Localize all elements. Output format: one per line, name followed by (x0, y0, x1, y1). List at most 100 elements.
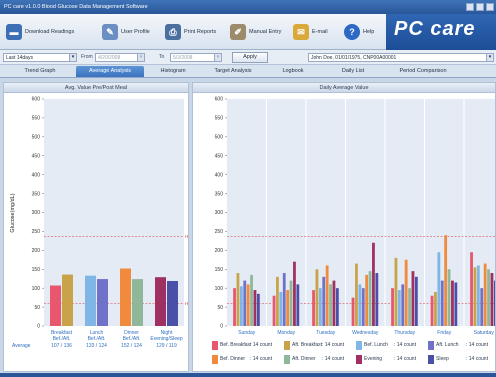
bar (368, 271, 372, 326)
bar (414, 276, 418, 326)
bar (85, 275, 96, 326)
help-icon: ? (344, 24, 360, 40)
email-label: E-mail (312, 29, 328, 35)
x-category-label: Wednesday (352, 330, 379, 336)
to-date-field[interactable]: 5/3/2008 ▾ (170, 53, 222, 62)
legend-label: Bef. Lunch (364, 342, 388, 348)
from-date-field[interactable]: 4/20/2008 ▾ (95, 53, 145, 62)
right-panel-title: Daily Average Value (193, 83, 495, 93)
email-button[interactable]: ✉ E-mail (293, 22, 328, 42)
manual-entry-button[interactable]: ✐ Manual Entry (230, 22, 281, 42)
x-category-label: Thursday (394, 330, 415, 336)
manual-entry-label: Manual Entry (249, 29, 282, 35)
daily-average-chart: 0 50 100 150 200 250 300 350 400 450 500 550 600 Sund… (215, 97, 495, 336)
tab-daily-list[interactable]: Daily List (322, 66, 384, 77)
y-tick-label: 600 (32, 97, 41, 103)
y-tick-label: 250 (215, 229, 224, 235)
legend-swatch (284, 354, 290, 364)
bar (233, 288, 236, 326)
bar (120, 268, 131, 326)
bar (351, 297, 355, 326)
bar (411, 271, 415, 326)
bar (318, 288, 322, 326)
bar (408, 288, 411, 326)
y-tick-label: 150 (32, 267, 41, 273)
average-value: 107 / 136 (51, 343, 72, 349)
tab-period-comparison[interactable]: Period Comparison (384, 66, 462, 77)
user-profile-button[interactable]: ✎ User Profile (102, 22, 150, 42)
y-tick-label: 400 (215, 172, 224, 178)
view-tabs: Trend Graph Average Analysis Histogram T… (0, 65, 496, 78)
from-label: From (81, 54, 93, 60)
bar (355, 263, 358, 326)
bar (493, 280, 495, 326)
bar (391, 288, 394, 326)
y-tick-label: 300 (215, 210, 224, 216)
print-reports-button[interactable]: ⎙ Print Reports (165, 22, 216, 42)
window-titlebar: PC care v1.0.0 Blood Glucose Data Manage… (0, 0, 496, 14)
bar (375, 273, 379, 326)
tab-trend-graph[interactable]: Trend Graph (4, 66, 76, 77)
chevron-down-icon: ▾ (69, 54, 76, 61)
user-profile-label: User Profile (121, 29, 150, 35)
bar (440, 280, 444, 326)
chart-legend: Bef. Breakfast: 14 count Aft. Breakfast: … (212, 339, 496, 373)
bar (490, 273, 494, 326)
range-select[interactable]: Last 14days ▾ (3, 53, 77, 62)
calendar-dropdown-icon: ▾ (214, 54, 221, 61)
legend-label: Bef. Dinner (220, 356, 246, 362)
bar (250, 274, 253, 326)
legend-item: Sleep (428, 353, 449, 365)
download-readings-button[interactable]: ▬ Download Readings (6, 22, 74, 42)
y-tick-label: 0 (220, 324, 223, 330)
bar (444, 235, 448, 326)
printer-icon: ⎙ (165, 24, 181, 40)
average-value: 152 / 124 (121, 343, 142, 349)
apply-label: Apply (243, 54, 257, 60)
maximize-button[interactable] (476, 3, 484, 11)
minimize-button[interactable] (466, 3, 474, 11)
avg-pre-post-meal-panel: Avg. Value Pre/Post Meal 0 50 100 150 200 250… (3, 82, 189, 372)
apply-button[interactable]: Apply (232, 52, 268, 63)
y-tick-label: 350 (32, 191, 41, 197)
bar (315, 269, 319, 326)
x-category-sublabel: Bef./Aft. (123, 336, 141, 342)
bar (50, 285, 61, 326)
bar (454, 282, 458, 326)
bar (282, 273, 286, 326)
legend-count: : 14 count (322, 342, 344, 348)
legend-count: : 14 count (466, 342, 488, 348)
bar (253, 290, 257, 326)
bar (132, 279, 143, 326)
filter-bar: Last 14days ▾ From 4/20/2008 ▾ To 5/3/20… (0, 50, 496, 65)
patient-select[interactable]: John Doe, 01/01/1975, CNP00A00001 ▾ (308, 53, 494, 62)
bar (322, 276, 326, 326)
bar (243, 280, 247, 326)
help-button[interactable]: ? Help (344, 22, 374, 42)
legend-swatch (356, 354, 362, 364)
x-category-label: Monday (277, 330, 295, 336)
tab-logbook[interactable]: Logbook (264, 66, 322, 77)
calendar-dropdown-icon: ▾ (137, 54, 144, 61)
tab-histogram[interactable]: Histogram (144, 66, 202, 77)
close-button[interactable] (486, 3, 494, 11)
legend-item: Bef. Breakfast (212, 339, 251, 351)
bar (451, 280, 454, 326)
x-category-label: Sunday (238, 330, 255, 336)
tab-target-analysis[interactable]: Target Analysis (202, 66, 264, 77)
legend-swatch (428, 354, 434, 364)
y-tick-label: 200 (32, 248, 41, 254)
envelope-icon: ✉ (293, 24, 309, 40)
y-tick-label: 50 (217, 305, 223, 311)
y-tick-label: 550 (215, 116, 224, 122)
bar (279, 291, 283, 326)
bar (437, 252, 441, 326)
bar (480, 288, 484, 326)
daily-average-panel: Daily Average Value 0 50 100 150 200 250 300 35… (192, 82, 496, 372)
to-date-value: 5/3/2008 (173, 55, 193, 61)
bar (167, 280, 178, 326)
tab-average-analysis[interactable]: Average Analysis (76, 66, 144, 77)
legend-swatch (428, 340, 434, 350)
legend-row: Bef. Dinner: 14 count Aft. Dinner: 14 cou… (212, 353, 496, 365)
legend-swatch (356, 340, 362, 350)
